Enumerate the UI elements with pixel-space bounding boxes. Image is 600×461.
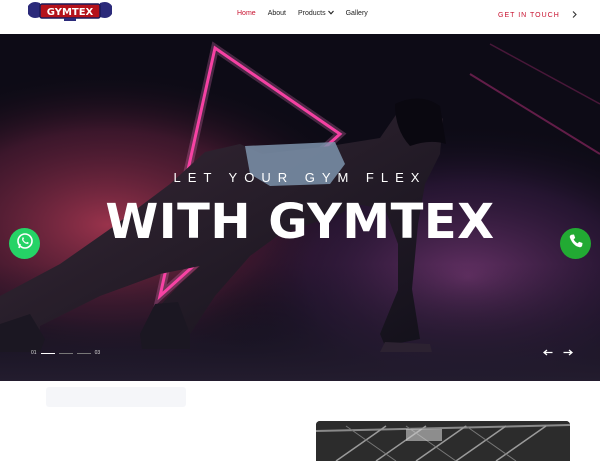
chevron-down-icon [327, 10, 334, 17]
nav-gallery[interactable]: Gallery [340, 10, 374, 17]
nav-about-label: About [267, 10, 286, 17]
faint-heading-text [46, 387, 186, 407]
phone-button[interactable] [560, 228, 591, 259]
phone-icon [568, 233, 584, 254]
hero-slider: LET YOUR GYM FLEX WITH GYMTEX 01 03 [0, 34, 600, 381]
slide-pager: 01 03 [31, 350, 100, 356]
pager-current: 01 [31, 350, 37, 356]
chevron-right-icon [572, 10, 577, 20]
site-header: GYMTEX Home About Products Gallery GET I… [0, 0, 600, 34]
below-hero-section [0, 381, 600, 461]
slide-arrows [542, 348, 574, 359]
nav-products-label: Products [297, 10, 326, 17]
arrow-left-icon[interactable] [542, 348, 553, 359]
get-in-touch-label: GET IN TOUCH [498, 11, 560, 19]
get-in-touch-button[interactable]: GET IN TOUCH [498, 10, 577, 20]
hero-tagline: LET YOUR GYM FLEX [173, 170, 427, 185]
gymtex-logo[interactable]: GYMTEX [26, 0, 114, 22]
nav-home-label: Home [237, 10, 256, 17]
whatsapp-icon [16, 232, 34, 255]
arrow-right-icon[interactable] [563, 348, 574, 359]
pager-bar-3[interactable] [76, 352, 91, 354]
whatsapp-button[interactable] [9, 228, 40, 259]
pager-bar-1[interactable] [40, 352, 55, 354]
gym-interior-photo [316, 421, 570, 461]
nav-products[interactable]: Products [292, 10, 340, 17]
hero-headline: WITH GYMTEX [105, 194, 495, 250]
logo-text: GYMTEX [47, 7, 94, 18]
main-nav: Home About Products Gallery [231, 10, 374, 17]
nav-about[interactable]: About [262, 10, 292, 17]
nav-gallery-label: Gallery [345, 10, 368, 17]
pager-total: 03 [94, 350, 101, 356]
pager-bar-2[interactable] [58, 352, 73, 354]
nav-home[interactable]: Home [231, 10, 262, 17]
